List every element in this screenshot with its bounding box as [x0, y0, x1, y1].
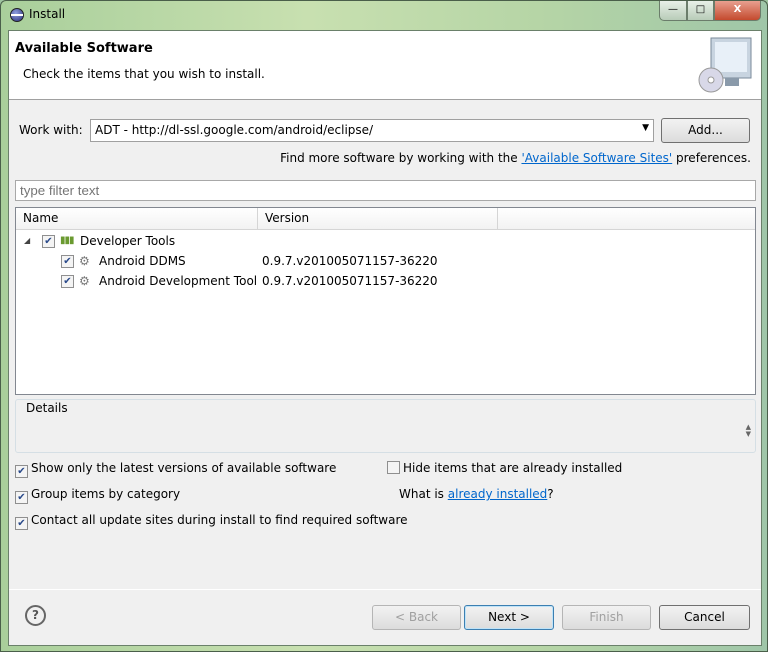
wizard-header: Available Software Check the items that …	[9, 31, 761, 100]
row-version: 0.9.7.v201005071157-36220	[262, 254, 438, 268]
page-subtitle: Check the items that you wish to install…	[23, 67, 265, 81]
add-button[interactable]: Add...	[661, 118, 750, 143]
what-is-installed: What is already installed?	[399, 487, 554, 501]
details-label: Details	[24, 401, 70, 415]
scroll-arrows[interactable]: ▲ ▼	[746, 424, 751, 438]
plugin-icon: ⚙	[79, 274, 90, 288]
row-checkbox[interactable]: ✔	[61, 255, 74, 268]
work-with-combo[interactable]: ADT - http://dl-ssl.google.com/android/e…	[90, 119, 654, 142]
find-more-suffix: preferences.	[672, 151, 751, 165]
row-name: Android Development Tool	[99, 274, 258, 288]
window-title: Install	[29, 7, 66, 21]
table-row[interactable]: ◢ ✔ ▮▮▮ Developer Tools	[16, 231, 755, 251]
hide-installed-checkbox[interactable]: Hide items that are already installed	[387, 461, 622, 475]
row-name: Developer Tools	[80, 234, 176, 248]
minimize-button[interactable]: —	[659, 1, 687, 21]
group-by-category-label: Group items by category	[31, 487, 181, 501]
find-more-text: Find more software by working with the '…	[280, 151, 751, 165]
filter-input[interactable]	[15, 180, 756, 201]
available-software-sites-link[interactable]: 'Available Software Sites'	[521, 151, 672, 165]
category-icon: ▮▮▮	[60, 235, 74, 246]
expand-triangle-icon[interactable]: ◢	[24, 231, 30, 251]
row-checkbox[interactable]: ✔	[42, 235, 55, 248]
software-tree-table[interactable]: Name Version ◢ ✔ ▮▮▮ Developer Tools ✔ ⚙…	[15, 207, 756, 395]
contact-sites-label: Contact all update sites during install …	[31, 513, 408, 527]
cancel-button[interactable]: Cancel	[659, 605, 750, 630]
already-installed-link[interactable]: already installed	[448, 487, 548, 501]
back-button[interactable]: < Back	[372, 605, 461, 630]
show-latest-checkbox[interactable]: ✔ Show only the latest versions of availa…	[15, 461, 336, 478]
finish-button[interactable]: Finish	[562, 605, 651, 630]
find-more-prefix: Find more software by working with the	[280, 151, 522, 165]
close-button[interactable]: X	[714, 1, 761, 21]
table-row[interactable]: ✔ ⚙ Android Development Tool 0.9.7.v2010…	[16, 271, 755, 291]
dialog-client: Available Software Check the items that …	[8, 30, 762, 646]
install-computer-icon	[698, 37, 752, 93]
contact-sites-checkbox[interactable]: ✔ Contact all update sites during install…	[15, 513, 408, 530]
work-with-value: ADT - http://dl-ssl.google.com/android/e…	[95, 123, 374, 137]
what-is-prefix: What is	[399, 487, 448, 501]
what-is-suffix: ?	[547, 487, 554, 501]
title-bar: Install — □ X	[1, 1, 767, 29]
group-by-category-checkbox[interactable]: ✔ Group items by category	[15, 487, 180, 504]
column-version[interactable]: Version	[258, 208, 498, 230]
separator	[9, 589, 761, 590]
plugin-icon: ⚙	[79, 254, 90, 268]
table-row[interactable]: ✔ ⚙ Android DDMS 0.9.7.v201005071157-362…	[16, 251, 755, 271]
maximize-button[interactable]: □	[687, 1, 714, 21]
help-icon[interactable]: ?	[25, 605, 46, 626]
table-header: Name Version	[16, 208, 755, 230]
details-group: Details ▲ ▼	[15, 399, 756, 453]
show-latest-label: Show only the latest versions of availab…	[31, 461, 337, 475]
page-title: Available Software	[15, 41, 153, 56]
row-checkbox[interactable]: ✔	[61, 275, 74, 288]
hide-installed-label: Hide items that are already installed	[403, 461, 623, 475]
column-name[interactable]: Name	[16, 208, 258, 230]
install-window: Install — □ X Available Software Check t…	[0, 0, 768, 652]
work-with-label: Work with:	[19, 123, 83, 137]
eclipse-icon	[10, 8, 24, 22]
chevron-down-icon[interactable]: ▼	[642, 123, 649, 133]
row-name: Android DDMS	[99, 254, 186, 268]
row-version: 0.9.7.v201005071157-36220	[262, 274, 438, 288]
next-button[interactable]: Next >	[464, 605, 554, 630]
